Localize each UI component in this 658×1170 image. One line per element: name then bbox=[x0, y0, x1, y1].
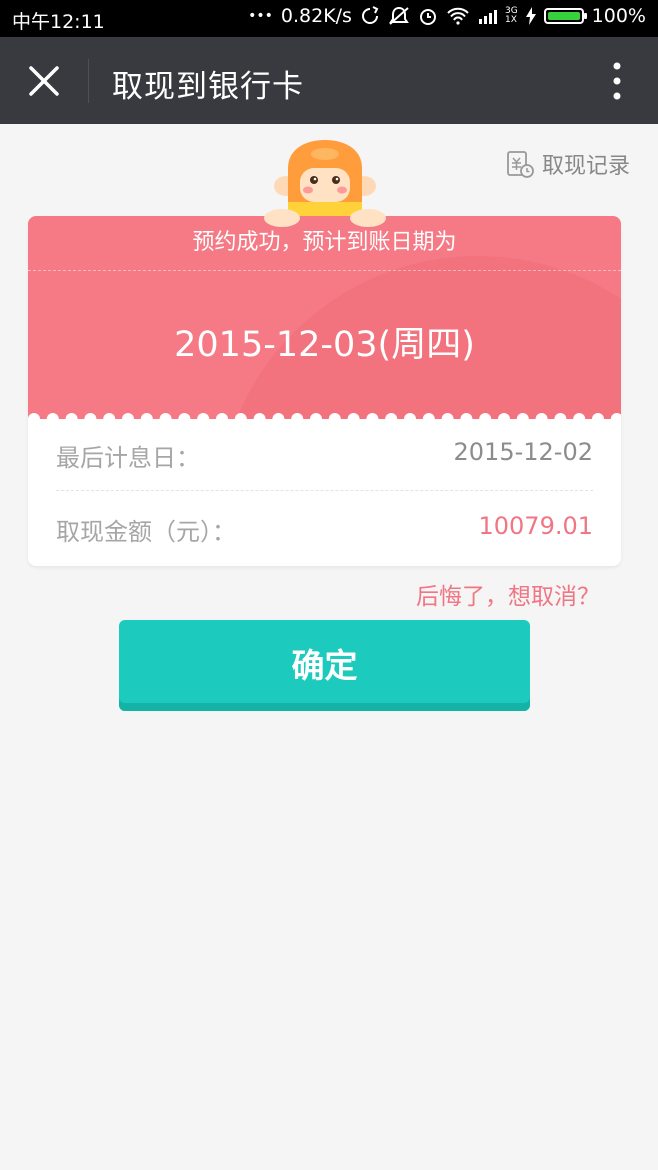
network-subtype: 1X bbox=[504, 15, 517, 25]
withdraw-history-link[interactable]: 取现记录 bbox=[506, 148, 630, 180]
scallop-dot bbox=[479, 413, 492, 425]
scallop-dot bbox=[178, 413, 191, 425]
cancel-withdraw-link[interactable]: 后悔了，想取消？ bbox=[416, 577, 600, 611]
scallop-dot bbox=[310, 413, 322, 425]
row-divider bbox=[56, 490, 593, 491]
charging-icon bbox=[525, 7, 536, 25]
page-title: 取现到银行卡 bbox=[112, 69, 304, 105]
status-dots: ••• bbox=[248, 8, 273, 24]
scallop-dot bbox=[441, 413, 454, 425]
scallop-dot bbox=[46, 413, 59, 425]
monkey-mascot-icon bbox=[264, 140, 386, 227]
alarm-icon bbox=[418, 6, 438, 26]
scallop-dot bbox=[573, 413, 586, 425]
last-interest-date-value: 2015-12-02 bbox=[453, 438, 593, 466]
history-label: 取现记录 bbox=[541, 154, 630, 179]
scallop-dot bbox=[516, 413, 529, 425]
scallop-dot bbox=[216, 413, 228, 425]
arrival-date: 2015-12-03(周四) bbox=[174, 325, 475, 365]
ticket-scallop-edge bbox=[28, 413, 621, 425]
history-record-icon bbox=[507, 151, 534, 178]
scallop-dot bbox=[65, 413, 78, 425]
scallop-dot bbox=[460, 413, 473, 425]
scallop-dot bbox=[272, 413, 285, 425]
scallop-dot bbox=[159, 413, 172, 425]
scallop-dot bbox=[366, 413, 379, 425]
more-vertical-icon[interactable] bbox=[612, 61, 622, 101]
scallop-dot bbox=[404, 413, 416, 425]
scallop-dot bbox=[422, 413, 435, 425]
scallop-dot bbox=[592, 413, 604, 425]
result-ticket: 预约成功，预计到账日期为 2015-12-03(周四) 最后计息日： 2015-… bbox=[28, 216, 621, 566]
scallop-dot bbox=[122, 413, 134, 425]
scallop-dot bbox=[535, 413, 548, 425]
scallop-dot bbox=[385, 413, 398, 425]
signal-icon: 3G 1X bbox=[478, 7, 518, 25]
scallop-dot bbox=[234, 413, 247, 425]
withdraw-amount-label: 取现金额（元）： bbox=[56, 518, 236, 546]
battery-icon bbox=[543, 8, 587, 24]
nav-divider bbox=[88, 59, 89, 103]
battery-percent: 100% bbox=[591, 5, 646, 27]
scallop-dot bbox=[103, 413, 116, 425]
withdraw-amount-value: 10079.01 bbox=[478, 512, 593, 540]
last-interest-date-label: 最后计息日： bbox=[56, 444, 200, 472]
status-bar: 中午12:11 ••• 0.82K/s 3G 1X 100% bbox=[0, 0, 658, 37]
scallop-dot bbox=[291, 413, 304, 425]
status-time: 中午12:11 bbox=[12, 11, 105, 33]
network-speed: 0.82K/s bbox=[280, 5, 352, 27]
scallop-dot bbox=[328, 413, 341, 425]
ticket-header: 预约成功，预计到账日期为 2015-12-03(周四) bbox=[28, 216, 621, 419]
status-icons: ••• 0.82K/s 3G 1X 100% bbox=[248, 5, 646, 27]
scallop-dot bbox=[498, 413, 510, 425]
scallop-dot bbox=[140, 413, 153, 425]
scallop-dot bbox=[253, 413, 266, 425]
confirm-button[interactable]: 确定 bbox=[119, 620, 530, 711]
battery-level bbox=[547, 12, 580, 20]
close-icon[interactable] bbox=[22, 59, 66, 103]
nav-bar: 取现到银行卡 bbox=[0, 37, 658, 124]
scallop-dot bbox=[347, 413, 360, 425]
scallop-dot bbox=[197, 413, 210, 425]
scallop-dot bbox=[84, 413, 97, 425]
scallop-dot bbox=[554, 413, 567, 425]
mute-icon bbox=[388, 6, 410, 26]
scallop-dot bbox=[610, 413, 621, 425]
ticket-dash-line bbox=[28, 270, 621, 271]
scallop-dot bbox=[28, 413, 40, 425]
sync-icon bbox=[360, 6, 380, 26]
wifi-icon bbox=[446, 7, 470, 25]
